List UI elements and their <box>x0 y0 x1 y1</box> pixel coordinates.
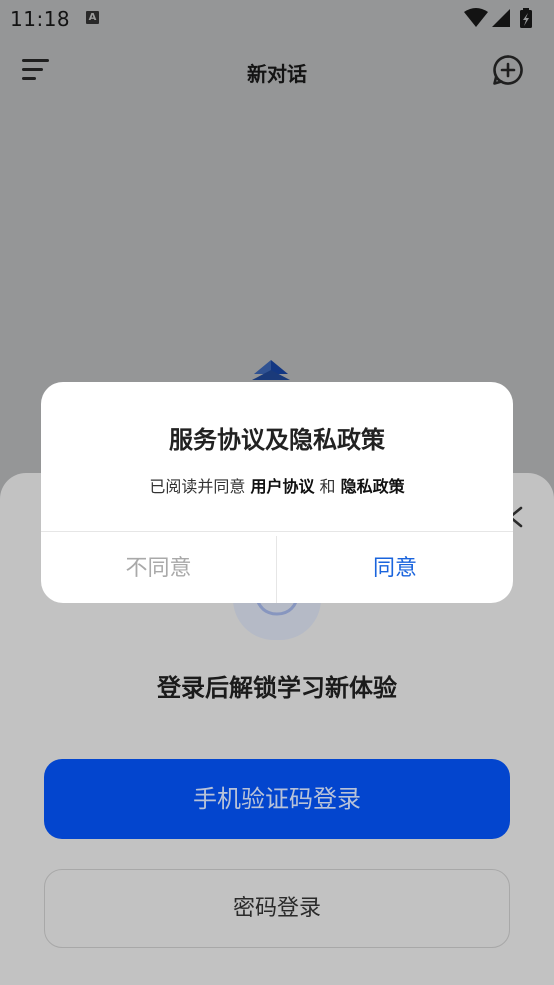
dialog-title: 服务协议及隐私政策 <box>169 426 385 454</box>
dialog-body-connector: 和 <box>319 477 336 496</box>
agree-button[interactable]: 同意 <box>277 532 513 603</box>
privacy-policy-link[interactable]: 隐私政策 <box>341 477 405 496</box>
disagree-button[interactable]: 不同意 <box>41 532 276 603</box>
login-heading: 登录后解锁学习新体验 <box>157 674 397 702</box>
phone-login-button[interactable]: 手机验证码登录 <box>44 759 510 839</box>
dialog-body: 已阅读并同意 用户协议 和 隐私政策 <box>41 473 513 497</box>
dialog-body-prefix: 已阅读并同意 <box>149 477 246 496</box>
password-login-button[interactable]: 密码登录 <box>44 869 510 948</box>
terms-dialog: 服务协议及隐私政策 已阅读并同意 用户协议 和 隐私政策 不同意 同意 <box>41 382 513 603</box>
user-agreement-link[interactable]: 用户协议 <box>250 477 314 496</box>
